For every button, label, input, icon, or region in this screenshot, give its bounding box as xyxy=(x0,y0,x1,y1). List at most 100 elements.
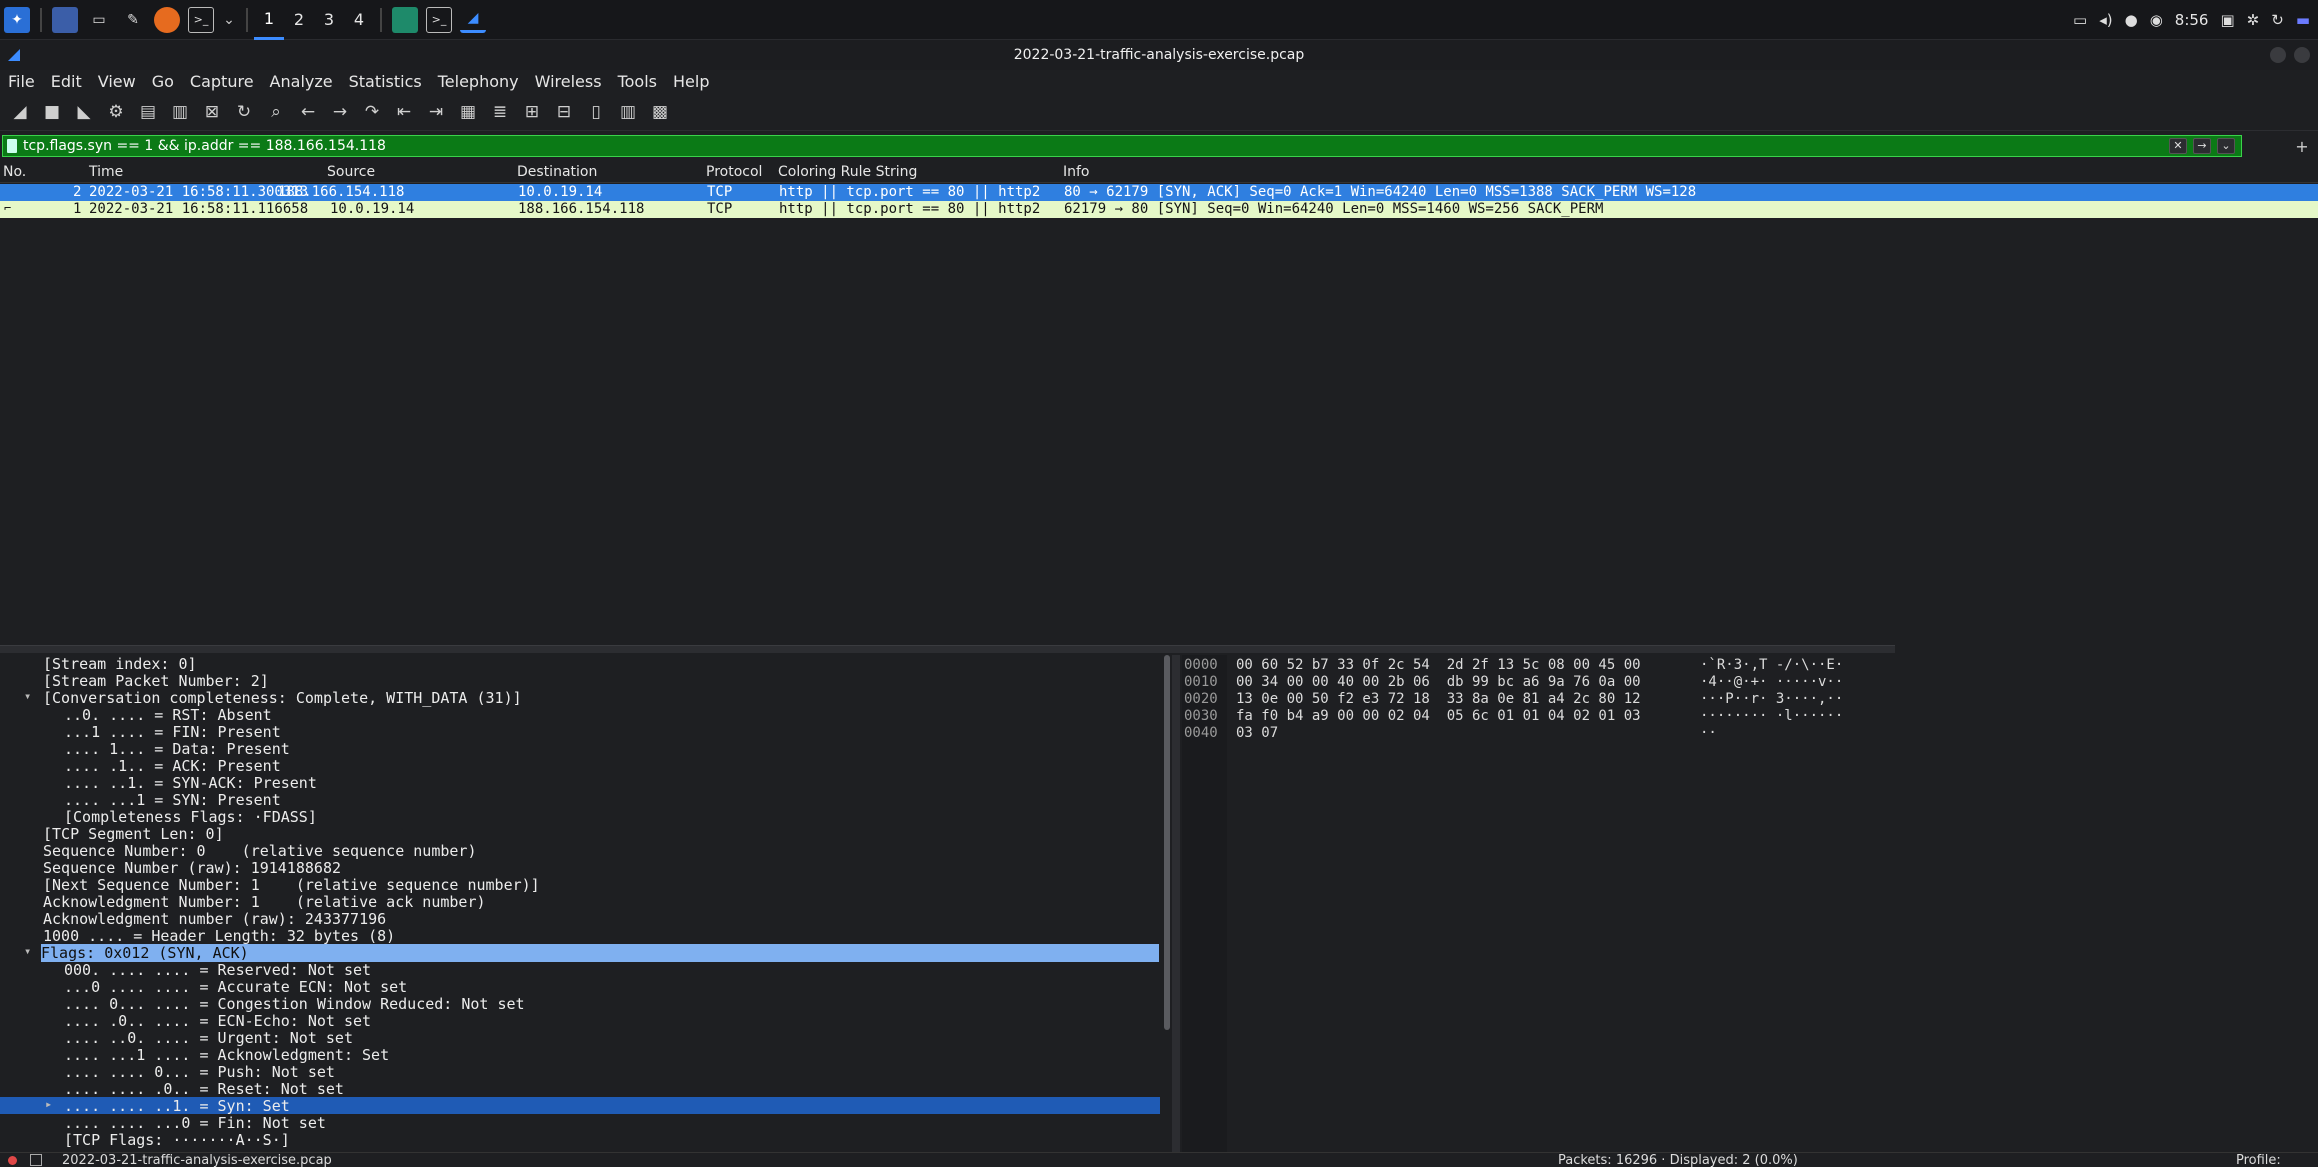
add-filter-button-icon[interactable]: + xyxy=(2288,132,2316,160)
column-header-protocol[interactable]: Protocol xyxy=(706,164,762,180)
logout-icon[interactable]: ▬ xyxy=(2296,11,2310,29)
menu-wireless[interactable]: Wireless xyxy=(527,72,610,91)
display-icon[interactable]: ▭ xyxy=(2073,11,2087,29)
menu-tools[interactable]: Tools xyxy=(610,72,665,91)
vertical-splitter[interactable] xyxy=(1172,655,1180,1152)
workspace-2[interactable]: 2 xyxy=(284,0,314,40)
menu-go[interactable]: Go xyxy=(144,72,182,91)
detail-row[interactable]: [Stream index: 0] xyxy=(0,655,1160,673)
detail-row[interactable]: [Completeness Flags: ·FDASS] xyxy=(0,808,1160,826)
detail-row[interactable]: .... 0... .... = Congestion Window Reduc… xyxy=(0,995,1160,1013)
text-editor-icon[interactable]: ✎ xyxy=(120,7,146,33)
hex-bytes[interactable]: 03 07 xyxy=(1236,725,1278,742)
packet-row[interactable]: ⌐ 1 2022-03-21 16:58:11.116658 10.0.19.1… xyxy=(0,201,2318,218)
detail-row[interactable]: ...0 .... .... = Accurate ECN: Not set xyxy=(0,978,1160,996)
column-header-source[interactable]: Source xyxy=(327,164,375,180)
file-manager-icon[interactable]: ▭ xyxy=(86,7,112,33)
column-header-info[interactable]: Info xyxy=(1063,164,1090,180)
reload-file-icon[interactable]: ↻ xyxy=(230,98,258,126)
hex-ascii[interactable]: ···P··r· 3····,·· xyxy=(1700,691,1843,708)
detail-row[interactable]: .... .... ...0 = Fin: Not set xyxy=(0,1114,1160,1132)
terminal-icon[interactable]: >_ xyxy=(188,6,214,33)
zoom-out-icon[interactable]: ⊟ xyxy=(550,98,578,126)
workspace-3[interactable]: 3 xyxy=(314,0,344,40)
kali-menu-icon[interactable]: ✦ xyxy=(4,6,30,33)
detail-row[interactable]: Sequence Number: 0 (relative sequence nu… xyxy=(0,842,1160,860)
detail-row[interactable]: ..0. .... = RST: Absent xyxy=(0,706,1160,724)
menu-analyze[interactable]: Analyze xyxy=(262,72,341,91)
go-to-packet-icon[interactable]: ↷ xyxy=(358,98,386,126)
desktop-icon[interactable] xyxy=(52,6,78,33)
hex-ascii[interactable]: ·4··@·+· ·····v·· xyxy=(1700,674,1843,691)
network-icon[interactable]: ◉ xyxy=(2150,11,2163,29)
filter-text[interactable]: tcp.flags.syn == 1 && ip.addr == 188.166… xyxy=(23,138,386,154)
go-back-icon[interactable]: ← xyxy=(294,98,322,126)
save-file-icon[interactable]: ▥ xyxy=(166,98,194,126)
hex-bytes[interactable]: fa f0 b4 a9 00 00 02 04 05 6c 01 01 04 0… xyxy=(1236,708,1641,725)
detail-row[interactable]: Sequence Number (raw): 1914188682 xyxy=(0,859,1160,877)
filter-history-chevron-icon[interactable]: ⌄ xyxy=(2217,138,2235,154)
lock-icon[interactable]: ▣ xyxy=(2220,11,2234,29)
detail-row[interactable]: .... .... .0.. = Reset: Not set xyxy=(0,1080,1160,1098)
detail-row[interactable]: .... ...1 .... = Acknowledgment: Set xyxy=(0,1046,1160,1064)
layout-icon[interactable]: ▩ xyxy=(646,98,674,126)
restart-capture-icon[interactable]: ◣ xyxy=(70,98,98,126)
hex-ascii[interactable]: ········ ·l······ xyxy=(1700,708,1843,725)
detail-row[interactable]: Acknowledgment Number: 1 (relative ack n… xyxy=(0,893,1160,911)
close-button[interactable] xyxy=(2294,47,2310,63)
bookmark-icon[interactable] xyxy=(7,139,17,153)
menu-capture[interactable]: Capture xyxy=(182,72,262,91)
detail-row[interactable]: 1000 .... = Header Length: 32 bytes (8) xyxy=(0,927,1160,945)
detail-row[interactable]: .... .0.. .... = ECN-Echo: Not set xyxy=(0,1012,1160,1030)
normal-size-icon[interactable]: ▯ xyxy=(582,98,610,126)
hex-bytes[interactable]: 00 34 00 00 40 00 2b 06 db 99 bc a6 9a 7… xyxy=(1236,674,1641,691)
refresh-icon[interactable]: ↻ xyxy=(2271,11,2284,29)
auto-scroll-icon[interactable]: ▦ xyxy=(454,98,482,126)
first-packet-icon[interactable]: ⇤ xyxy=(390,98,418,126)
detail-row[interactable]: .... .1.. = ACK: Present xyxy=(0,757,1160,775)
detail-row[interactable]: .... 1... = Data: Present xyxy=(0,740,1160,758)
hex-ascii[interactable]: ·`R·3·,T -/·\··E· xyxy=(1700,657,1843,674)
detail-row-focused[interactable]: ▸ .... .... ..1. = Syn: Set xyxy=(0,1097,1160,1115)
clock[interactable]: 8:56 xyxy=(2175,11,2209,29)
hex-bytes[interactable]: 13 0e 00 50 f2 e3 72 18 33 8a 0e 81 a4 2… xyxy=(1236,691,1641,708)
volume-icon[interactable]: ◂) xyxy=(2099,11,2112,29)
pane-splitter[interactable] xyxy=(0,645,1895,653)
go-forward-icon[interactable]: → xyxy=(326,98,354,126)
workspace-4[interactable]: 4 xyxy=(344,0,374,40)
packet-row[interactable]: 2 2022-03-21 16:58:11.300313 188.166.154… xyxy=(0,184,2318,201)
expand-chevron-down-icon[interactable]: ▾ xyxy=(24,689,31,703)
details-scrollbar[interactable] xyxy=(1164,655,1170,1030)
chevron-down-icon[interactable]: ⌄ xyxy=(222,7,236,33)
menu-view[interactable]: View xyxy=(90,72,144,91)
colorize-icon[interactable]: ≣ xyxy=(486,98,514,126)
detail-row[interactable]: [Stream Packet Number: 2] xyxy=(0,672,1160,690)
firefox-icon[interactable] xyxy=(154,6,180,33)
close-file-icon[interactable]: ⊠ xyxy=(198,98,226,126)
wireshark-window-icon[interactable]: ◢ xyxy=(460,7,486,33)
capture-options-icon[interactable]: ⚙ xyxy=(102,98,130,126)
detail-row[interactable]: [TCP Segment Len: 0] xyxy=(0,825,1160,843)
expand-chevron-down-icon[interactable]: ▾ xyxy=(24,944,31,958)
detail-row[interactable]: Acknowledgment number (raw): 243377196 xyxy=(0,910,1160,928)
detail-row[interactable]: ▾ [Conversation completeness: Complete, W… xyxy=(0,689,1160,707)
zoom-in-icon[interactable]: ⊞ xyxy=(518,98,546,126)
status-profile[interactable]: Profile: Default xyxy=(2236,1153,2318,1167)
stop-capture-icon[interactable]: ■ xyxy=(38,98,66,126)
column-header-coloring-rule[interactable]: Coloring Rule String xyxy=(778,164,917,180)
detail-row[interactable]: .... ..0. .... = Urgent: Not set xyxy=(0,1029,1160,1047)
workspace-1[interactable]: 1 xyxy=(254,0,284,40)
minimize-button[interactable] xyxy=(2270,47,2286,63)
notification-bell-icon[interactable]: ● xyxy=(2125,11,2138,29)
start-capture-icon[interactable]: ◢ xyxy=(6,98,34,126)
column-header-no[interactable]: No. xyxy=(3,164,26,180)
terminal-window-icon[interactable]: >_ xyxy=(426,6,452,33)
resize-columns-icon[interactable]: ▥ xyxy=(614,98,642,126)
hex-ascii[interactable]: ·· xyxy=(1700,725,1717,742)
menu-telephony[interactable]: Telephony xyxy=(430,72,527,91)
settings-icon[interactable]: ✲ xyxy=(2247,11,2260,29)
detail-row[interactable]: ...1 .... = FIN: Present xyxy=(0,723,1160,741)
detail-row[interactable]: .... ..1. = SYN-ACK: Present xyxy=(0,774,1160,792)
menu-statistics[interactable]: Statistics xyxy=(341,72,430,91)
apply-filter-icon[interactable]: → xyxy=(2193,138,2211,154)
